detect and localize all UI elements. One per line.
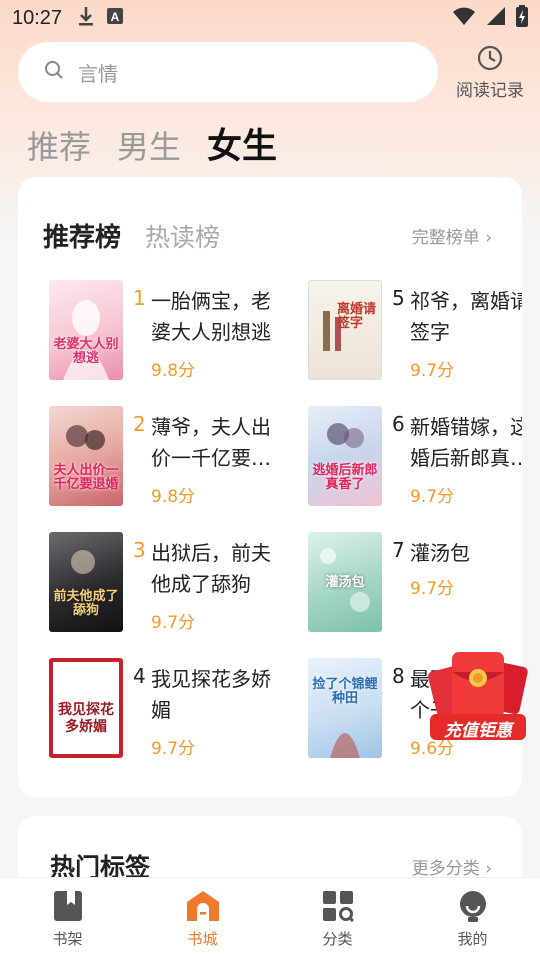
rank-number: 7 <box>392 538 405 562</box>
promo-label: 充值钜惠 <box>444 721 512 741</box>
book-cover: 我见探花多娇媚 <box>49 658 123 758</box>
book-title: 出狱后，前夫 他成了舔狗 <box>151 541 271 596</box>
bottom-nav: 书架 书城 分类 我的 <box>0 877 540 960</box>
rank-number: 6 <box>392 412 405 436</box>
book-title: 我见探花多娇 媚 <box>151 667 271 722</box>
book-cover: 老婆大人别想逃 <box>49 280 123 380</box>
tab-recommend[interactable]: 推荐 <box>27 122 91 168</box>
nav-profile[interactable]: 我的 <box>405 878 540 960</box>
book-cover: 夫人出价一千亿要退婚 <box>49 406 123 506</box>
tab-recommended-list[interactable]: 推荐榜 <box>43 217 121 254</box>
ranking-tabs: 推荐榜 热读榜 <box>43 217 244 254</box>
book-cover-title: 离婚请签字 <box>337 302 377 331</box>
wifi-icon <box>452 6 476 31</box>
book-cover: 灌汤包 <box>308 532 382 632</box>
book-item-6[interactable]: 逃婚后新郎真香了 6 新婚错嫁，这 婚后新郎真… 9.7分 <box>308 406 522 508</box>
tab-hot-reading-list[interactable]: 热读榜 <box>145 218 220 254</box>
nav-bookstore[interactable]: 书城 <box>135 878 270 960</box>
search-bar[interactable]: 言情 <box>18 42 438 102</box>
tab-male[interactable]: 男生 <box>117 122 181 168</box>
book-title: 灌汤包 <box>410 541 470 565</box>
reading-history-label: 阅读记录 <box>456 81 524 101</box>
text-notification-icon: A <box>106 7 124 29</box>
book-cover-title: 夫人出价一千亿要退婚 <box>53 463 119 492</box>
book-cover: 离婚请签字 <box>308 280 382 380</box>
status-time: 10:27 <box>12 6 63 29</box>
category-icon <box>322 891 354 922</box>
book-cover: 逃婚后新郎真香了 <box>308 406 382 506</box>
category-tabs: 推荐 男生 女生 <box>27 118 303 169</box>
recharge-promo-button[interactable]: 充值钜惠 <box>428 650 528 742</box>
nav-profile-label: 我的 <box>457 930 488 948</box>
more-categories-link[interactable]: 更多分类 › <box>412 854 492 879</box>
rank-number: 8 <box>392 664 405 688</box>
rank-number: 1 <box>133 286 146 310</box>
book-title: 薄爷，夫人出 价一千亿要… <box>151 415 271 470</box>
bookshelf-icon <box>53 891 82 921</box>
nav-category-label: 分类 <box>322 930 353 948</box>
rank-number: 5 <box>392 286 405 310</box>
book-item-4[interactable]: 我见探花多娇媚 4 我见探花多娇 媚 9.7分 <box>49 658 299 760</box>
book-item-2[interactable]: 夫人出价一千亿要退婚 2 薄爷，夫人出 价一千亿要… 9.8分 <box>49 406 299 508</box>
book-score: 9.8分 <box>151 487 196 507</box>
book-cover-title: 灌汤包 <box>325 575 365 590</box>
book-cover-title: 老婆大人别想逃 <box>53 337 119 366</box>
profile-icon <box>459 891 486 922</box>
book-title: 一胎俩宝，老 婆大人别想逃 <box>151 289 271 344</box>
nav-bookshelf-label: 书架 <box>52 930 83 948</box>
book-cover-title: 我见探花多娇媚 <box>58 702 114 735</box>
book-item-7[interactable]: 灌汤包 7 灌汤包 9.7分 <box>308 532 522 634</box>
nav-bookstore-label: 书城 <box>187 930 218 948</box>
book-item-5[interactable]: 离婚请签字 5 祁爷，离婚请 签字 9.7分 <box>308 280 522 382</box>
search-placeholder: 言情 <box>78 61 118 86</box>
svg-text:A: A <box>111 10 120 24</box>
search-icon <box>44 60 64 84</box>
nav-category[interactable]: 分类 <box>270 878 405 960</box>
rank-number: 2 <box>133 412 146 436</box>
signal-icon <box>486 6 506 31</box>
download-icon <box>78 6 94 30</box>
nav-bookshelf[interactable]: 书架 <box>0 878 135 960</box>
bookstore-icon <box>186 891 219 921</box>
book-cover-title: 前夫他成了舔狗 <box>53 589 119 618</box>
rank-number: 4 <box>133 664 146 688</box>
book-score: 9.7分 <box>151 613 196 633</box>
reading-history-button[interactable]: 阅读记录 <box>450 44 530 101</box>
tab-female[interactable]: 女生 <box>207 118 277 169</box>
book-score: 9.7分 <box>410 487 455 507</box>
book-cover-title: 逃婚后新郎真香了 <box>312 463 378 492</box>
book-item-3[interactable]: 前夫他成了舔狗 3 出狱后，前夫 他成了舔狗 9.7分 <box>49 532 299 634</box>
book-cover-title: 捡了个锦鲤种田 <box>312 677 378 706</box>
book-score: 9.7分 <box>410 361 455 381</box>
book-score: 9.7分 <box>151 739 196 759</box>
book-title: 祁爷，离婚请 签字 <box>410 289 522 344</box>
clock-icon <box>450 44 530 72</box>
battery-icon <box>516 4 528 32</box>
book-score: 9.8分 <box>151 361 196 381</box>
book-cover: 前夫他成了舔狗 <box>49 532 123 632</box>
book-item-1[interactable]: 老婆大人别想逃 1 一胎俩宝，老 婆大人别想逃 9.8分 <box>49 280 299 382</box>
status-bar: 10:27 A <box>0 0 540 36</box>
book-score: 9.7分 <box>410 579 455 599</box>
book-title: 新婚错嫁，这 婚后新郎真… <box>410 415 522 470</box>
full-ranking-link[interactable]: 完整榜单 › <box>412 223 492 248</box>
rank-number: 3 <box>133 538 146 562</box>
book-cover: 捡了个锦鲤种田 <box>308 658 382 758</box>
